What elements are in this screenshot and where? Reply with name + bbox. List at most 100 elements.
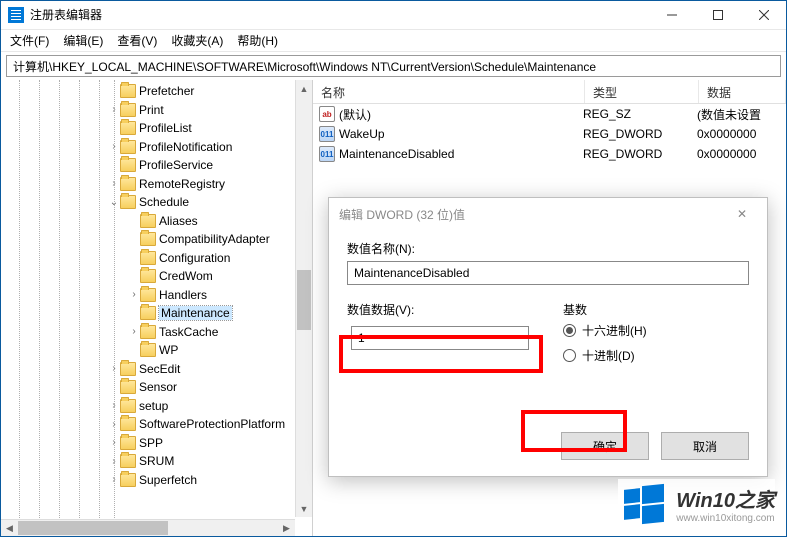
tree-node[interactable]: Aliases [1, 212, 312, 231]
tree-node[interactable]: › TaskCache [1, 323, 312, 342]
tree-node[interactable]: ›Superfetch [1, 471, 312, 490]
radio-dec[interactable]: 十进制(D) [563, 347, 647, 364]
tree-label: Handlers [159, 288, 207, 302]
dword-value-icon: 011 [319, 126, 335, 142]
value-name: (默认) [339, 106, 371, 123]
tree-node[interactable]: Sensor [1, 378, 312, 397]
value-data: 0x0000000 [695, 147, 786, 161]
table-row[interactable]: ab(默认)REG_SZ(数值未设置 [313, 104, 786, 124]
tree-node[interactable]: ›SPP [1, 434, 312, 453]
scroll-thumb-h[interactable] [18, 521, 168, 535]
value-name-field[interactable] [347, 261, 749, 285]
tree-node[interactable]: ›SRUM [1, 452, 312, 471]
ok-button[interactable]: 确定 [561, 432, 649, 460]
tree-node[interactable]: Maintenance [1, 304, 312, 323]
tree-label: ProfileNotification [139, 140, 232, 154]
tree-label: RemoteRegistry [139, 177, 225, 191]
tree-label: Print [139, 103, 164, 117]
folder-icon [120, 121, 136, 135]
folder-icon [140, 343, 156, 357]
col-data[interactable]: 数据 [699, 80, 786, 103]
value-data-field[interactable] [351, 326, 529, 350]
tree-node[interactable]: ProfileList [1, 119, 312, 138]
tree-label: ProfileList [139, 121, 192, 135]
tree-node[interactable]: Configuration [1, 249, 312, 268]
base-label: 基数 [563, 301, 647, 318]
tree-node[interactable]: ›RemoteRegistry [1, 175, 312, 194]
folder-icon [120, 417, 136, 431]
value-type: REG_DWORD [581, 147, 695, 161]
folder-icon [120, 195, 136, 209]
tree-node[interactable]: WP [1, 341, 312, 360]
tree-node[interactable]: ProfileService [1, 156, 312, 175]
radio-hex-label: 十六进制(H) [582, 322, 647, 339]
folder-icon [140, 306, 156, 320]
table-row[interactable]: 011MaintenanceDisabledREG_DWORD0x0000000 [313, 144, 786, 164]
col-type[interactable]: 类型 [585, 80, 699, 103]
value-type: REG_DWORD [581, 127, 695, 141]
list-header: 名称 类型 数据 [313, 80, 786, 104]
folder-icon [120, 436, 136, 450]
value-name: MaintenanceDisabled [339, 147, 454, 161]
tree-label: CredWom [159, 269, 213, 283]
folder-icon [120, 177, 136, 191]
value-name: WakeUp [339, 127, 385, 141]
col-name[interactable]: 名称 [313, 80, 585, 103]
tree-node[interactable]: ⌄Schedule [1, 193, 312, 212]
folder-icon [140, 251, 156, 265]
tree-label: SoftwareProtectionPlatform [139, 417, 285, 431]
value-data-label: 数值数据(V): [347, 301, 533, 318]
tree-scrollbar-v[interactable]: ▲ ▼ [295, 80, 312, 517]
folder-icon [120, 380, 136, 394]
scroll-down-icon[interactable]: ▼ [296, 500, 312, 517]
radio-icon [563, 324, 576, 337]
radio-hex[interactable]: 十六进制(H) [563, 322, 647, 339]
tree-scrollbar-h[interactable]: ◀ ▶ [1, 519, 295, 536]
tree-label: setup [139, 399, 168, 413]
dialog-title: 编辑 DWORD (32 位)值 [339, 206, 465, 223]
tree-label: WP [159, 343, 178, 357]
tree-label: TaskCache [159, 325, 218, 339]
regedit-icon [8, 7, 24, 23]
tree-label: Maintenance [159, 306, 232, 320]
tree-node[interactable]: ›ProfileNotification [1, 138, 312, 157]
scroll-up-icon[interactable]: ▲ [296, 80, 312, 97]
scroll-thumb[interactable] [297, 270, 311, 330]
tree-node[interactable]: › Handlers [1, 286, 312, 305]
tree-label: ProfileService [139, 158, 213, 172]
tree-node[interactable]: CompatibilityAdapter [1, 230, 312, 249]
folder-icon [120, 362, 136, 376]
folder-icon [120, 140, 136, 154]
cancel-button[interactable]: 取消 [661, 432, 749, 460]
folder-icon [140, 288, 156, 302]
tree-label: CompatibilityAdapter [159, 232, 270, 246]
tree-node[interactable]: ›Print [1, 101, 312, 120]
watermark-title: Win10之家 [676, 484, 775, 513]
tree-node[interactable]: ›SoftwareProtectionPlatform [1, 415, 312, 434]
watermark-url: www.win10xitong.com [676, 513, 775, 524]
chevron-right-icon[interactable]: › [128, 289, 140, 300]
scroll-left-icon[interactable]: ◀ [1, 520, 18, 536]
chevron-right-icon[interactable]: › [128, 326, 140, 337]
tree-label: SRUM [139, 454, 174, 468]
tree-label: Schedule [139, 195, 189, 209]
watermark: Win10之家 www.win10xitong.com [618, 479, 775, 529]
tree-label: SPP [139, 436, 163, 450]
tree-node[interactable]: Prefetcher [1, 82, 312, 101]
tree-label: Prefetcher [139, 84, 194, 98]
tree-label: Superfetch [139, 473, 197, 487]
tree-node[interactable]: ›setup [1, 397, 312, 416]
value-data: (数值未设置 [695, 106, 786, 123]
folder-icon [140, 325, 156, 339]
tree-pane[interactable]: Prefetcher›PrintProfileList›ProfileNotif… [1, 80, 313, 536]
table-row[interactable]: 011WakeUpREG_DWORD0x0000000 [313, 124, 786, 144]
folder-icon [140, 214, 156, 228]
folder-icon [120, 84, 136, 98]
folder-icon [140, 232, 156, 246]
radio-dec-label: 十进制(D) [582, 347, 635, 364]
tree-node[interactable]: ›SecEdit [1, 360, 312, 379]
folder-icon [120, 399, 136, 413]
dialog-close-button[interactable]: ✕ [727, 207, 757, 221]
scroll-right-icon[interactable]: ▶ [278, 520, 295, 536]
tree-node[interactable]: CredWom [1, 267, 312, 286]
